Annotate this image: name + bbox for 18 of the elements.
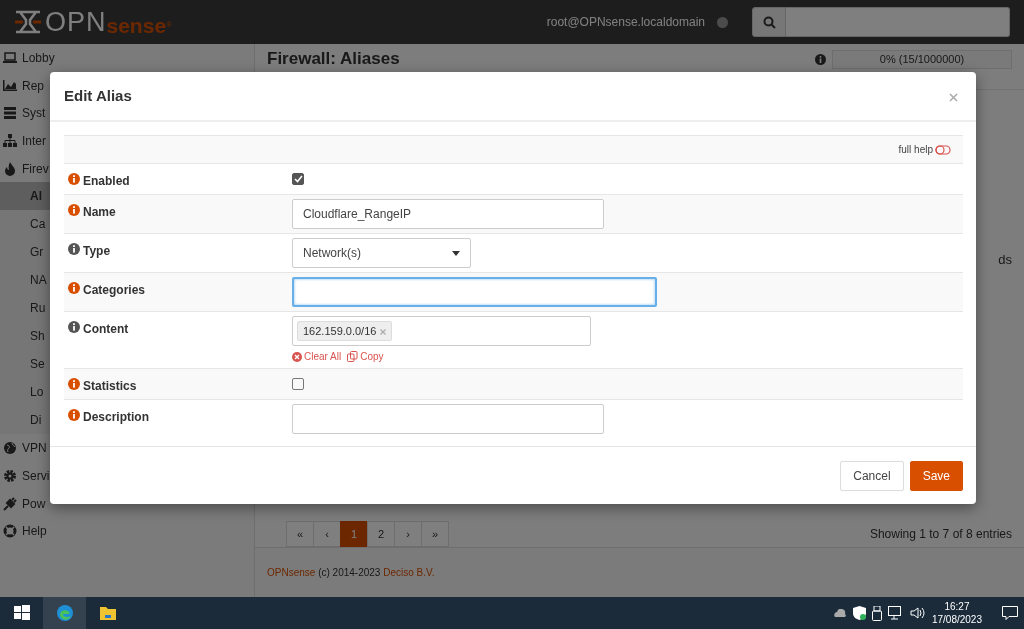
field-label: Categories [83,282,146,299]
column-header: ds [998,251,1012,269]
dialog-title: Edit Alias [64,85,132,106]
logo-text: OPN [45,8,107,36]
usage-meter: 0% (15/1000000) [832,50,1012,69]
entries-info: Showing 1 to 7 of 8 entries [869,526,1012,543]
logo-text: sense [106,14,167,36]
trademark-sign: ® [166,18,172,29]
field-label: Enabled [83,173,130,190]
field-label: Type [83,243,111,260]
field-label: Statistics [83,378,137,395]
page-title: Firewall: Aliases [267,48,400,70]
field-label: Description [83,409,149,426]
field-label: Content [83,321,129,338]
clock-date: 17/08/2023 [931,613,982,626]
field-label: Name [83,204,116,221]
footer-text: OPNsense (c) 2014-2023 Deciso B.V. [267,566,435,580]
clock-time: 16:27 [943,600,971,613]
